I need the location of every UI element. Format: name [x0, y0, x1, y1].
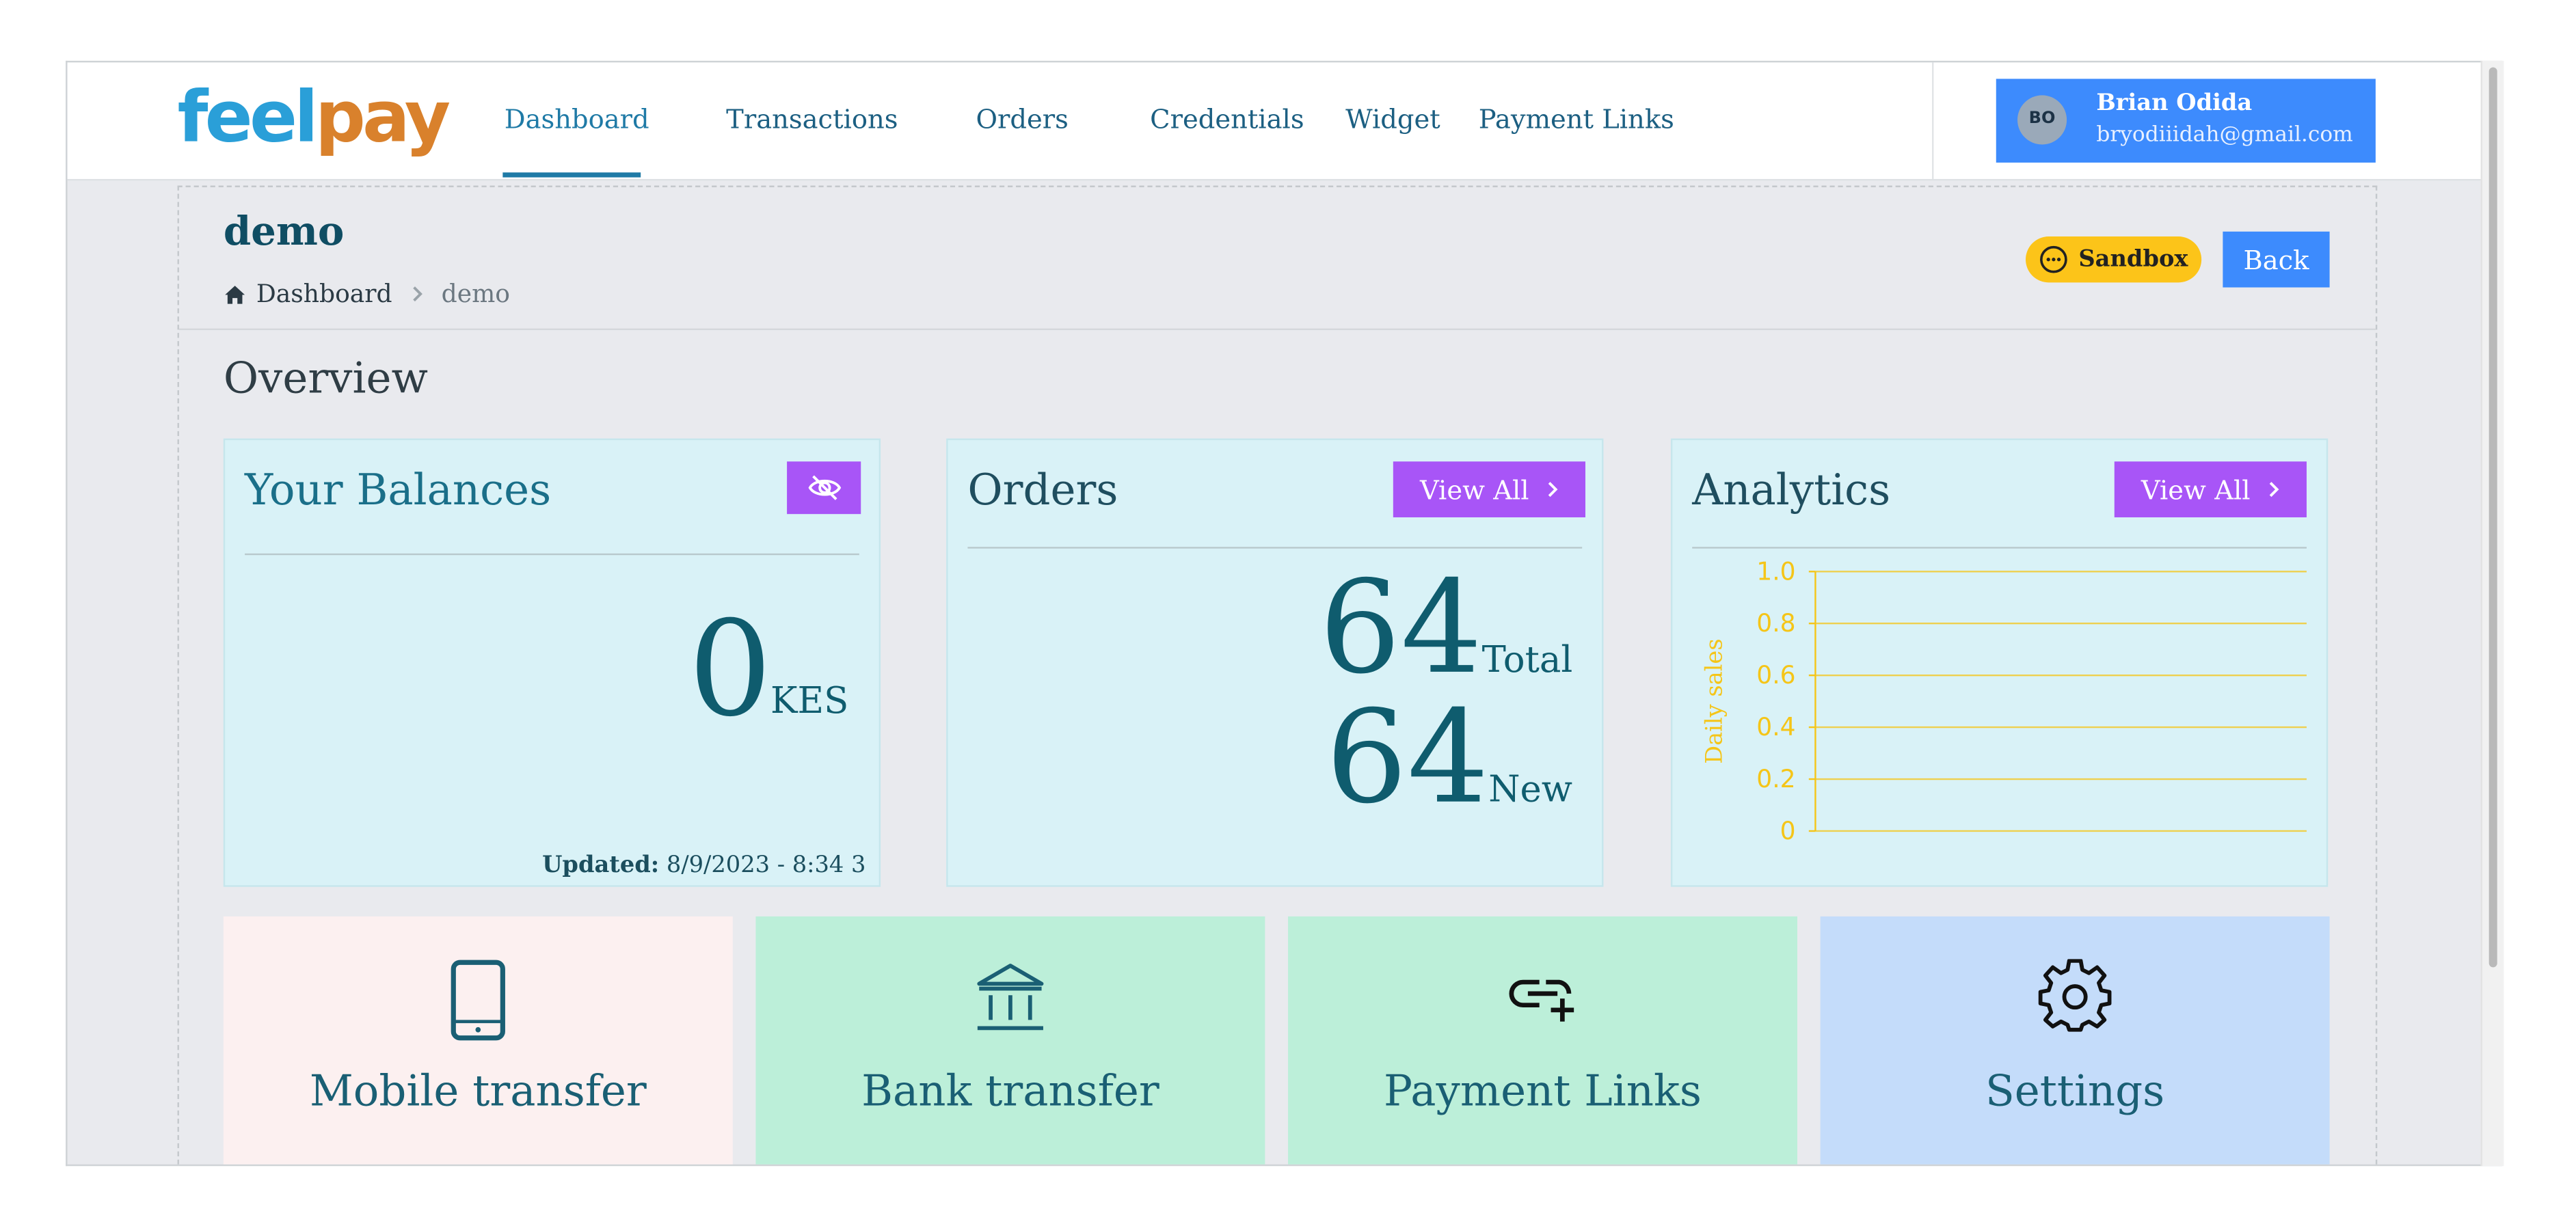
updated-value: 8/9/2023 - 8:34 3	[666, 852, 866, 879]
nav-payment-links[interactable]: Payment Links	[1479, 103, 1674, 135]
breadcrumb-home[interactable]: Dashboard	[256, 280, 392, 309]
user-name: Brian Odida	[2096, 90, 2253, 117]
feelpay-logo[interactable]: feelpay	[177, 76, 451, 161]
tile-label: Mobile transfer	[309, 1067, 647, 1117]
scrollbar[interactable]	[2480, 60, 2504, 1167]
page-header: demo Dashboard demo Sandbox Back	[178, 187, 2376, 331]
card-divider	[1692, 547, 2307, 549]
balances-title: Your Balances	[245, 466, 552, 516]
y-tick-label: 0.8	[1756, 610, 1795, 638]
chevron-right-icon	[2269, 482, 2279, 498]
breadcrumb-current: demo	[441, 279, 510, 309]
page: feelpay Dashboard Transactions Orders Cr…	[0, 0, 2576, 1221]
gear-icon	[2038, 959, 2112, 1032]
logo-part-pay: pay	[314, 77, 451, 160]
home-icon	[225, 284, 245, 303]
y-axis-label: Daily sales	[1700, 638, 1727, 763]
orders-card: Orders View All 64 Total 64 New	[946, 438, 1604, 887]
balances-card: Your Balances 0 KES Updated: 8/9/2023 - …	[223, 438, 881, 887]
sandbox-badge: Sandbox	[2026, 236, 2202, 283]
analytics-view-all-button[interactable]: View All	[2114, 461, 2307, 517]
user-email: bryodiiidah@gmail.com	[2096, 123, 2353, 148]
view-all-label: View All	[2141, 474, 2251, 505]
nav-orders[interactable]: Orders	[976, 103, 1068, 135]
hide-balance-button[interactable]	[787, 461, 861, 515]
nav-active-indicator	[502, 172, 641, 178]
back-button[interactable]: Back	[2223, 231, 2330, 288]
orders-title: Orders	[967, 466, 1118, 516]
orders-total-label: Total	[1481, 640, 1573, 682]
analytics-card: Analytics View All 1.0 0.8 0.6 0.4 0.2 0 Daily…	[1670, 438, 2329, 887]
eye-off-icon	[807, 475, 840, 500]
balance-amount: 0	[688, 593, 773, 746]
logo-part-feel: feel	[177, 77, 319, 160]
tile-settings[interactable]: Settings	[1820, 916, 2330, 1165]
content-container: demo Dashboard demo Sandbox Back Overvie…	[177, 185, 2378, 1165]
page-title: demo	[223, 206, 345, 255]
scrollbar-thumb[interactable]	[2488, 67, 2497, 968]
balance-currency: KES	[770, 681, 849, 723]
tile-label: Payment Links	[1384, 1067, 1702, 1117]
bank-icon	[977, 964, 1044, 1031]
chevron-right-icon	[1548, 482, 1557, 498]
y-tick-label: 1.0	[1756, 558, 1795, 586]
navbar-divider	[1932, 62, 1934, 179]
orders-new-label: New	[1488, 770, 1573, 812]
nav-dashboard[interactable]: Dashboard	[505, 103, 649, 135]
card-divider	[245, 553, 859, 556]
avatar: BO	[2017, 95, 2067, 145]
orders-total-value: 64	[1319, 555, 1483, 703]
daily-sales-chart: 1.0 0.8 0.6 0.4 0.2 0 Daily sales	[1700, 558, 2307, 845]
nav-credentials[interactable]: Credentials	[1150, 103, 1304, 135]
tile-label: Bank transfer	[861, 1067, 1159, 1117]
section-title-overview: Overview	[223, 355, 428, 405]
orders-new-value: 64	[1326, 685, 1489, 833]
y-tick-label: 0	[1780, 817, 1796, 845]
sandbox-label: Sandbox	[2078, 246, 2188, 273]
y-tick-label: 0.2	[1756, 765, 1795, 793]
nav-transactions[interactable]: Transactions	[726, 103, 898, 135]
analytics-title: Analytics	[1692, 466, 1891, 516]
tile-payment-links[interactable]: Payment Links	[1288, 916, 1797, 1165]
chevron-right-icon	[412, 286, 422, 302]
tile-label: Settings	[1985, 1067, 2165, 1117]
browser-viewport: feelpay Dashboard Transactions Orders Cr…	[66, 60, 2502, 1167]
breadcrumb: Dashboard demo	[224, 280, 510, 309]
y-tick-label: 0.6	[1756, 662, 1795, 690]
y-tick-label: 0.4	[1756, 713, 1795, 742]
top-navbar: feelpay Dashboard Transactions Orders Cr…	[67, 62, 2483, 181]
mobile-phone-icon	[451, 960, 505, 1041]
tile-mobile-transfer[interactable]: Mobile transfer	[223, 916, 733, 1165]
orders-view-all-button[interactable]: View All	[1393, 461, 1585, 517]
more-circle-icon	[2040, 245, 2068, 273]
user-menu[interactable]: BO Brian Odida bryodiiidah@gmail.com	[1996, 79, 2376, 163]
nav-widget[interactable]: Widget	[1345, 103, 1440, 135]
view-all-label: View All	[1419, 474, 1529, 505]
card-divider	[967, 547, 1583, 549]
link-add-icon	[1509, 979, 1574, 1022]
updated-label: Updated:	[542, 852, 660, 879]
tile-bank-transfer[interactable]: Bank transfer	[755, 916, 1265, 1165]
balance-updated: Updated: 8/9/2023 - 8:34 3	[542, 852, 866, 878]
